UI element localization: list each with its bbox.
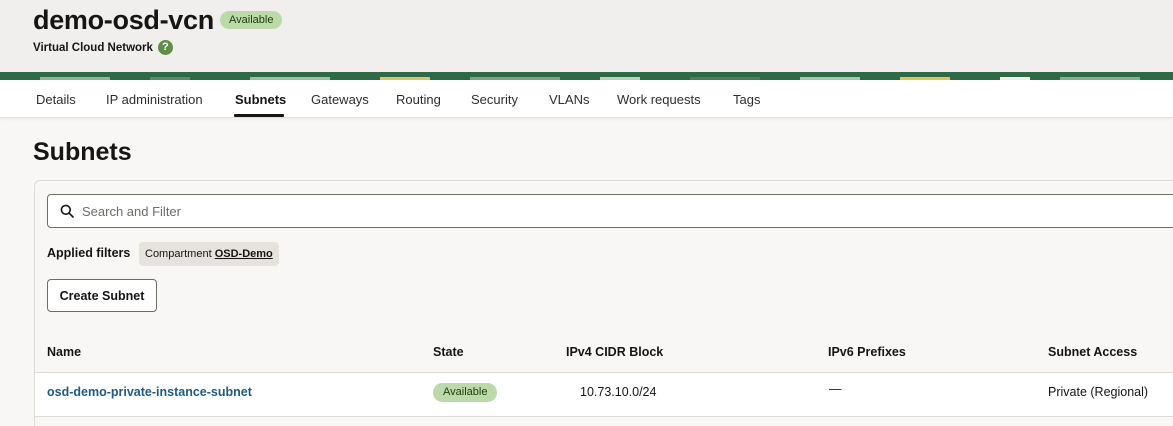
tab-gateways[interactable]: Gateways xyxy=(311,92,369,107)
page-title-vcn: demo-osd-vcn xyxy=(33,5,214,35)
decorative-banner xyxy=(0,72,1173,80)
column-header-ipv6[interactable]: IPv6 Prefixes xyxy=(828,345,906,359)
tab-vlans[interactable]: VLANs xyxy=(549,92,589,107)
subnet-ipv4-cell: 10.73.10.0/24 xyxy=(580,385,657,399)
tab-details[interactable]: Details xyxy=(36,92,76,107)
column-header-ipv4[interactable]: IPv4 CIDR Block xyxy=(566,345,663,359)
status-badge: Available xyxy=(220,11,283,29)
resource-type-label: Virtual Cloud Network xyxy=(33,41,153,54)
tab-work-requests[interactable]: Work requests xyxy=(617,92,701,107)
tab-security[interactable]: Security xyxy=(471,92,518,107)
subnet-access-cell: Private (Regional) xyxy=(1048,385,1149,399)
search-icon xyxy=(60,204,74,218)
page-header: demo-osd-vcn Available Virtual Cloud Net… xyxy=(0,0,1173,73)
filter-chip-value[interactable]: OSD-Demo xyxy=(215,248,273,260)
help-icon[interactable]: ? xyxy=(157,40,173,55)
filter-chip-compartment[interactable]: Compartment OSD-Demo xyxy=(139,242,279,266)
search-box[interactable] xyxy=(47,194,1173,228)
tab-tags[interactable]: Tags xyxy=(733,92,760,107)
subnet-state-badge: Available xyxy=(433,383,498,402)
subnet-ipv6-cell: — xyxy=(829,382,842,396)
column-header-name[interactable]: Name xyxy=(47,345,81,359)
column-header-state[interactable]: State xyxy=(433,345,464,359)
tab-subnets[interactable]: Subnets xyxy=(235,92,286,107)
column-header-access[interactable]: Subnet Access xyxy=(1048,345,1137,359)
search-input[interactable] xyxy=(82,195,1082,227)
create-subnet-button[interactable]: Create Subnet xyxy=(47,279,157,312)
applied-filters-label: Applied filters xyxy=(47,246,131,260)
section-title: Subnets xyxy=(33,138,132,166)
tab-bar: Details IP administration Subnets Gatewa… xyxy=(0,80,1173,118)
tab-routing[interactable]: Routing xyxy=(396,92,441,107)
resource-type: Virtual Cloud Network ? xyxy=(33,40,173,55)
subnet-name-link[interactable]: osd-demo-private-instance-subnet xyxy=(47,385,252,399)
tab-ip-administration[interactable]: IP administration xyxy=(106,92,203,107)
filter-chip-key: Compartment xyxy=(145,248,212,260)
active-tab-indicator xyxy=(234,114,284,117)
